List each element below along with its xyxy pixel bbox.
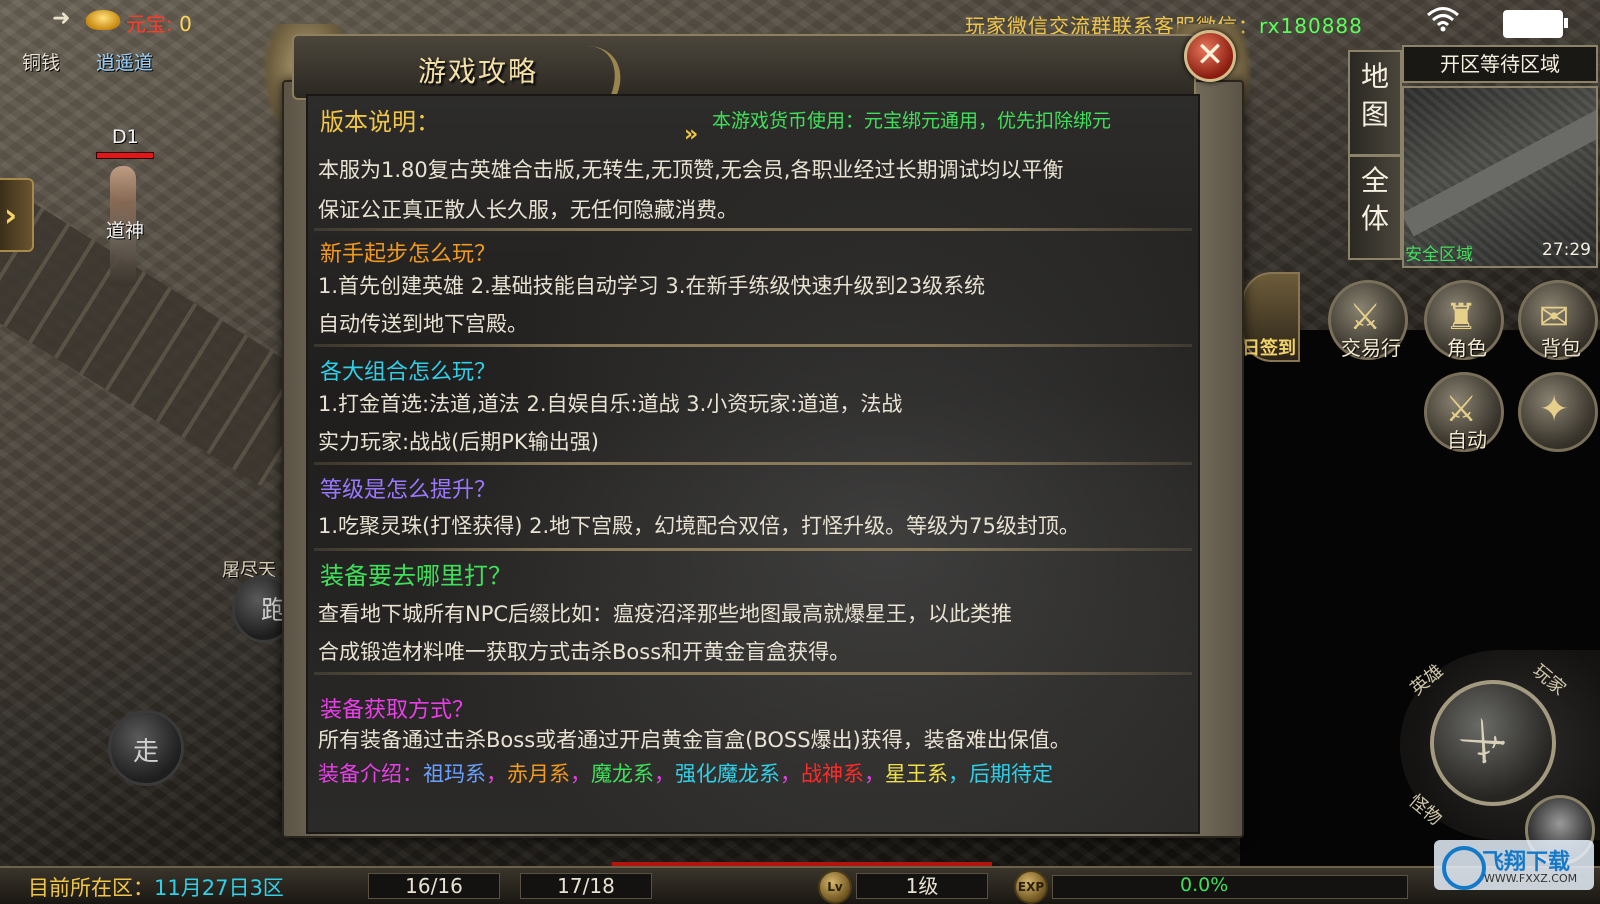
divider bbox=[1350, 154, 1400, 157]
watermark-logo-icon bbox=[1442, 846, 1486, 890]
version-line: 保证公正真正散人长久服，无任何隐藏消费。 bbox=[318, 198, 738, 222]
newbie-title: 新手起步怎么玩？ bbox=[320, 242, 497, 267]
equip-intro-segment: 强化魔龙系 bbox=[675, 762, 780, 786]
current-zone-value: 11月27日3区 bbox=[154, 876, 284, 900]
trade-label: 交易行 bbox=[1341, 336, 1401, 360]
hp-bar bbox=[96, 152, 154, 159]
close-icon: ✕ bbox=[1195, 35, 1225, 75]
level-title: 等级是怎么提升？ bbox=[320, 478, 497, 503]
bag-label: 背包 bbox=[1541, 336, 1581, 360]
section-divider bbox=[314, 672, 1192, 675]
auto-button[interactable]: ⚔ 自动 bbox=[1424, 372, 1504, 452]
equip-intro-segment: 战神系 bbox=[801, 762, 864, 786]
hero-capacity: 17/18 bbox=[520, 873, 652, 899]
map-toggle[interactable]: 地图 全体 bbox=[1348, 50, 1402, 260]
equip-intro-segment: 魔龙系 bbox=[591, 762, 654, 786]
equip-intro-segment: 星王系 bbox=[885, 762, 948, 786]
level-line: 1.吃聚灵珠(打怪获得) 2.地下宫殿，幻境配合双倍，打怪升级。等级为75级封顶… bbox=[318, 514, 1080, 538]
yuanbao-counter: 元宝: 0 bbox=[126, 8, 192, 37]
level-value: 1级 bbox=[856, 873, 988, 899]
currency-notice: 本游戏货币使用：元宝绑元通用，优先扣除绑元 bbox=[712, 110, 1112, 132]
equip-where-line: 合成锻造材料唯一获取方式击杀Boss和开黄金盲盒获得。 bbox=[318, 640, 851, 664]
section-divider bbox=[314, 228, 1192, 231]
expand-arrow-icon[interactable]: ➜ bbox=[52, 6, 70, 31]
equip-intro-segment: 祖玛系 bbox=[423, 762, 486, 786]
player-name-label: 逍遥道 bbox=[96, 52, 154, 74]
player-name-label: 道神 bbox=[106, 220, 145, 242]
wifi-icon bbox=[1427, 7, 1459, 32]
guide-content: 版本说明： » 本游戏货币使用：元宝绑元通用，优先扣除绑元 本服为1.80复古英… bbox=[306, 94, 1200, 834]
equip-intro-line: 装备介绍：祖玛系，赤月系，魔龙系，强化魔龙系，战神系，星王系，后期待定 bbox=[318, 758, 1053, 788]
attack-button[interactable]: ⚔ bbox=[1430, 680, 1556, 806]
combo-title: 各大组合怎么玩？ bbox=[320, 360, 497, 385]
double-arrow-icon: » bbox=[684, 122, 699, 147]
role-button[interactable]: ♜ 角色 bbox=[1424, 280, 1504, 360]
version-line: 本服为1.80复古英雄合击版,无转生,无顶赞,无会员,各职业经过长期调试均以平衡 bbox=[318, 158, 1064, 182]
equip-intro-segment: ，后期待定 bbox=[948, 762, 1053, 786]
timer: 27:29 bbox=[1542, 240, 1591, 260]
exp-bar bbox=[1052, 875, 1408, 899]
section-divider bbox=[314, 462, 1192, 465]
equip-intro-segment: ， bbox=[570, 762, 591, 786]
ingot-icon bbox=[86, 10, 120, 30]
yuanbao-label: 元宝: bbox=[126, 12, 173, 36]
dialog-title-bar: 游戏攻略 bbox=[292, 34, 1196, 100]
bag-capacity: 16/16 bbox=[368, 873, 500, 899]
watermark: 飞翔下载 WWW.FXXZ.COM bbox=[1434, 840, 1594, 890]
diamond-icon: ✦ bbox=[1539, 389, 1570, 430]
battery-icon bbox=[1503, 10, 1568, 38]
yuanbao-value: 0 bbox=[179, 12, 192, 36]
equip-where-line: 查看地下城所有NPC后缀比如：瘟疫沼泽那些地图最高就爆星王，以此类推 bbox=[318, 602, 1013, 626]
equip-intro-segment: ， bbox=[864, 762, 885, 786]
trade-button[interactable]: ⚔ 交易行 bbox=[1328, 280, 1408, 360]
equip-intro-segment: 赤月系 bbox=[507, 762, 570, 786]
exp-percent: 0.0% bbox=[1180, 874, 1229, 896]
equip-where-title: 装备要去哪里打？ bbox=[320, 562, 512, 590]
player-name-label: 铜钱 bbox=[22, 52, 61, 74]
equip-get-line: 所有装备通过击杀Boss或者通过开启黄金盲盒(BOSS爆出)获得，装备难出保值。 bbox=[318, 728, 1071, 752]
player-name-label: D1 bbox=[112, 126, 139, 148]
level-icon: Lv bbox=[818, 870, 852, 904]
exp-icon: EXP bbox=[1014, 870, 1048, 904]
contact-wechat: rx180888 bbox=[1259, 14, 1363, 38]
all-label[interactable]: 全体 bbox=[1350, 162, 1400, 238]
guide-dialog: 游戏攻略 ✕ 版本说明： » 本游戏货币使用：元宝绑元通用，优先扣除绑元 本服为… bbox=[262, 24, 1260, 844]
current-zone: 目前所在区：11月27日3区 bbox=[28, 872, 284, 902]
role-label: 角色 bbox=[1447, 336, 1487, 360]
section-divider bbox=[314, 548, 1192, 551]
equip-intro-segment: ， bbox=[654, 762, 675, 786]
watermark-url: WWW.FXXZ.COM bbox=[1484, 872, 1578, 885]
sword-icon: ⚔ bbox=[1448, 706, 1519, 778]
equip-get-title: 装备获取方式？ bbox=[320, 698, 475, 723]
chevron-right-icon: › bbox=[4, 196, 18, 234]
map-label[interactable]: 地图 bbox=[1350, 58, 1400, 134]
bag-button[interactable]: ✉ 背包 bbox=[1518, 280, 1598, 360]
side-expand-tab[interactable]: › bbox=[0, 178, 34, 252]
newbie-line: 1.首先创建英雄 2.基础技能自动学习 3.在新手练级快速升级到23级系统 bbox=[318, 274, 986, 298]
current-zone-label: 目前所在区： bbox=[28, 876, 154, 900]
walk-label: 走 bbox=[132, 737, 159, 767]
safe-zone-label: 安全区域 bbox=[1405, 245, 1473, 265]
zone-title: 开区等待区域 bbox=[1402, 45, 1598, 83]
skill-button[interactable]: ✦ bbox=[1518, 372, 1598, 452]
feather-ornament-icon bbox=[561, 46, 635, 94]
equip-intro-segment: 装备介绍： bbox=[318, 762, 423, 786]
combo-line: 实力玩家:战战(后期PK输出强) bbox=[318, 430, 599, 454]
combo-line: 1.打金首选:法道,道法 2.自娱自乐:道战 3.小资玩家:道道，法战 bbox=[318, 392, 903, 416]
walk-button[interactable]: 走 bbox=[108, 710, 184, 786]
bottom-bar: 目前所在区：11月27日3区 16/16 17/18 Lv 1级 EXP 0.0… bbox=[0, 866, 1600, 904]
version-title: 版本说明： bbox=[320, 108, 440, 136]
minimap-road bbox=[1404, 105, 1596, 237]
auto-label: 自动 bbox=[1447, 428, 1487, 452]
equip-intro-segment: ， bbox=[780, 762, 801, 786]
close-button[interactable]: ✕ bbox=[1184, 30, 1236, 82]
section-divider bbox=[314, 344, 1192, 347]
equip-intro-segment: ， bbox=[486, 762, 507, 786]
newbie-line: 自动传送到地下宫殿。 bbox=[318, 312, 528, 336]
dialog-title: 游戏攻略 bbox=[418, 55, 539, 88]
